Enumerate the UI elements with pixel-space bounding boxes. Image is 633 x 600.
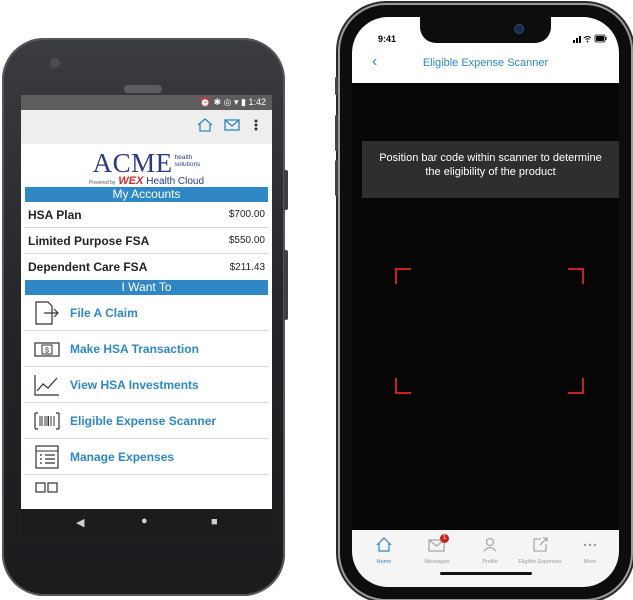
mail-icon: 1 bbox=[428, 534, 449, 557]
nav-home-icon[interactable]: ● bbox=[141, 515, 148, 527]
volume-button bbox=[284, 250, 288, 320]
file-claim-icon bbox=[32, 300, 62, 325]
iphone-mockup: 9:41 ‹ Eligible Expense Scanner Position… bbox=[335, 5, 631, 599]
front-camera bbox=[515, 25, 523, 33]
dollar-bill-icon: $ bbox=[32, 337, 62, 361]
status-icons bbox=[573, 34, 607, 45]
grid-icon bbox=[32, 481, 62, 505]
barcode-icon bbox=[32, 409, 62, 433]
line-chart-icon bbox=[32, 373, 62, 397]
scan-frame-top-left bbox=[395, 268, 411, 284]
home-icon bbox=[376, 537, 392, 556]
account-amount: $700.00 bbox=[228, 209, 265, 220]
tab-label: More bbox=[583, 559, 597, 565]
tab-label: Home bbox=[376, 559, 392, 565]
tab-home[interactable]: Home bbox=[358, 537, 410, 565]
account-row[interactable]: Dependent Care FSA $211.43 bbox=[24, 254, 269, 280]
action-eligible-expense-scanner[interactable]: Eligible Expense Scanner bbox=[24, 403, 269, 439]
unread-badge: 1 bbox=[440, 534, 449, 543]
more-icon bbox=[582, 539, 598, 556]
action-label: Eligible Expense Scanner bbox=[70, 413, 217, 428]
account-amount: $211.43 bbox=[229, 261, 265, 273]
action-label: Manage Expenses bbox=[70, 449, 175, 464]
i-want-to-header: I Want To bbox=[25, 280, 268, 295]
tab-more[interactable]: More bbox=[564, 537, 616, 565]
tab-eligible-expenses[interactable]: Eligible Expenses bbox=[514, 537, 566, 565]
account-name: Dependent Care FSA bbox=[28, 260, 148, 274]
accounts-header: My Accounts bbox=[25, 187, 268, 202]
svg-text:$: $ bbox=[45, 347, 49, 354]
scan-frame-bottom-left bbox=[395, 378, 411, 394]
external-link-icon bbox=[532, 537, 548, 556]
nav-back-icon[interactable]: ◀ bbox=[76, 516, 84, 529]
android-phone-mockup: ⏰ ✱ ◎ ▾ ▮ 1:42 ACME health solutions Power… bbox=[2, 38, 288, 596]
home-icon[interactable] bbox=[197, 118, 213, 137]
status-icons: ⏰ ✱ ◎ ▾ ▮ bbox=[199, 97, 249, 107]
scan-frame-bottom-right bbox=[568, 378, 584, 394]
tab-label: Messages bbox=[424, 559, 450, 565]
action-label: View HSA Investments bbox=[70, 377, 199, 392]
status-time: 9:41 bbox=[378, 34, 397, 44]
android-nav-bar: ◀ ● ■ bbox=[21, 509, 272, 535]
page-title: Eligible Expense Scanner bbox=[422, 57, 549, 69]
action-label: Make HSA Transaction bbox=[70, 341, 199, 356]
account-name: HSA Plan bbox=[28, 207, 82, 222]
power-button bbox=[284, 170, 288, 210]
action-file-claim[interactable]: File A Claim bbox=[24, 295, 269, 331]
notch bbox=[420, 17, 551, 43]
company-tagline: health solutions bbox=[174, 154, 201, 168]
iphone-screen: 9:41 ‹ Eligible Expense Scanner Position… bbox=[352, 17, 619, 587]
action-make-hsa-transaction[interactable]: $ Make HSA Transaction bbox=[24, 331, 269, 367]
wex-health-cloud-logo: Powered by WEX Health Cloud bbox=[88, 175, 205, 187]
app-toolbar bbox=[21, 110, 272, 144]
actions-list: File A Claim $ Make HSA Transaction View… bbox=[21, 295, 272, 511]
overflow-menu-icon[interactable] bbox=[253, 118, 259, 137]
person-icon bbox=[482, 537, 498, 556]
scan-frame-top-right bbox=[568, 268, 584, 284]
account-name: Limited Purpose FSA bbox=[28, 233, 150, 248]
volume-up-button bbox=[335, 115, 338, 151]
action-manage-expenses[interactable]: Manage Expenses bbox=[24, 439, 269, 475]
nav-recents-icon[interactable]: ■ bbox=[211, 516, 218, 528]
home-indicator bbox=[440, 572, 532, 575]
android-status-bar: ⏰ ✱ ◎ ▾ ▮ 1:42 bbox=[21, 95, 272, 110]
action-view-hsa-investments[interactable]: View HSA Investments bbox=[24, 367, 269, 403]
android-screen: ⏰ ✱ ◎ ▾ ▮ 1:42 ACME health solutions Power… bbox=[21, 95, 272, 535]
tab-bar: Home 1 Messages Profile Eligible Expense… bbox=[352, 530, 619, 587]
account-amount: $550.00 bbox=[228, 235, 265, 246]
mute-switch bbox=[335, 77, 338, 95]
front-camera bbox=[50, 58, 60, 68]
accounts-list: HSA Plan $700.00 Limited Purpose FSA $55… bbox=[21, 202, 272, 280]
scanner-instruction: Position bar code within scanner to dete… bbox=[362, 141, 619, 198]
expense-list-icon bbox=[32, 444, 62, 469]
tab-label: Eligible Expenses bbox=[518, 559, 562, 565]
company-name: ACME bbox=[92, 148, 173, 178]
speaker-grille bbox=[124, 85, 162, 93]
action-partial-row[interactable] bbox=[24, 475, 269, 511]
account-row[interactable]: HSA Plan $700.00 bbox=[24, 202, 269, 228]
tab-messages[interactable]: 1 Messages bbox=[411, 534, 463, 565]
acme-logo: ACME health solutions Powered by WEX Health… bbox=[21, 144, 272, 188]
mail-icon[interactable] bbox=[224, 118, 240, 137]
account-row[interactable]: Limited Purpose FSA $550.00 bbox=[24, 228, 269, 254]
scanner-camera-view[interactable]: Position bar code within scanner to dete… bbox=[352, 83, 619, 530]
status-time: 1:42 bbox=[248, 97, 266, 107]
volume-down-button bbox=[335, 160, 338, 196]
tab-label: Profile bbox=[482, 559, 498, 565]
tab-profile[interactable]: Profile bbox=[464, 537, 516, 565]
action-label: File A Claim bbox=[70, 305, 138, 320]
